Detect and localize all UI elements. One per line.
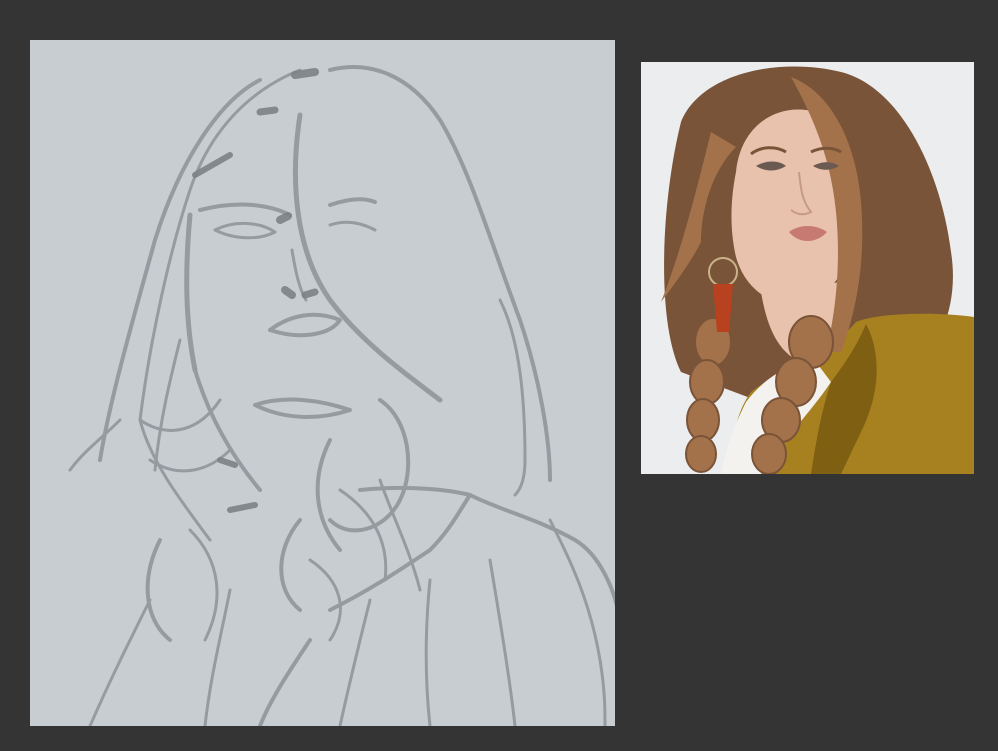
drawing-canvas[interactable] bbox=[30, 40, 615, 726]
sketch-lines bbox=[68, 65, 615, 726]
workspace bbox=[0, 0, 998, 751]
reference-photo bbox=[641, 62, 974, 474]
reference-photo-illustration bbox=[641, 62, 974, 474]
